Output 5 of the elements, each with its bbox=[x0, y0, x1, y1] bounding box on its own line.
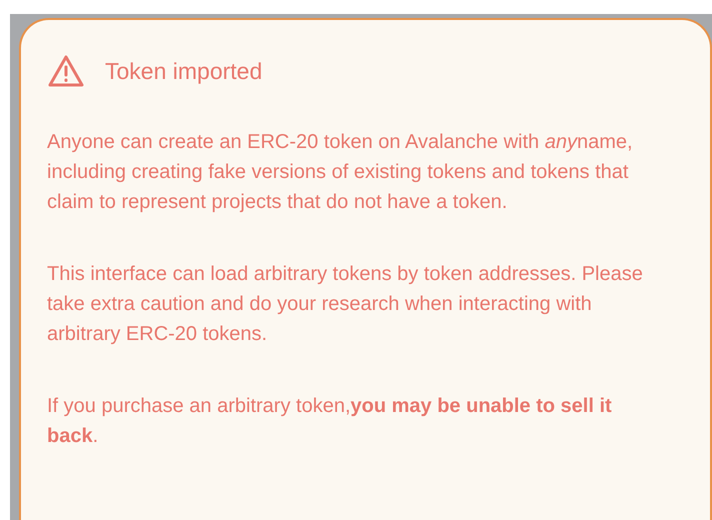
warning-paragraph: This interface can load arbitrary tokens by token addresses. Please take extra caution and do your research when interacting with arbitrary ERC-20 tokens. bbox=[47, 262, 644, 346]
warning-icon bbox=[47, 54, 85, 88]
dialog-title: Token imported bbox=[105, 57, 262, 86]
warning-paragraph: If you purchase an arbitrary token,you may be unable to sell it back. bbox=[47, 394, 613, 448]
warning-paragraph: Anyone can create an ERC-20 token on Avalanche with anyname, including creating fake versions of existing tokens and tokens that claim to represent projects that do not have a token. bbox=[47, 130, 634, 214]
